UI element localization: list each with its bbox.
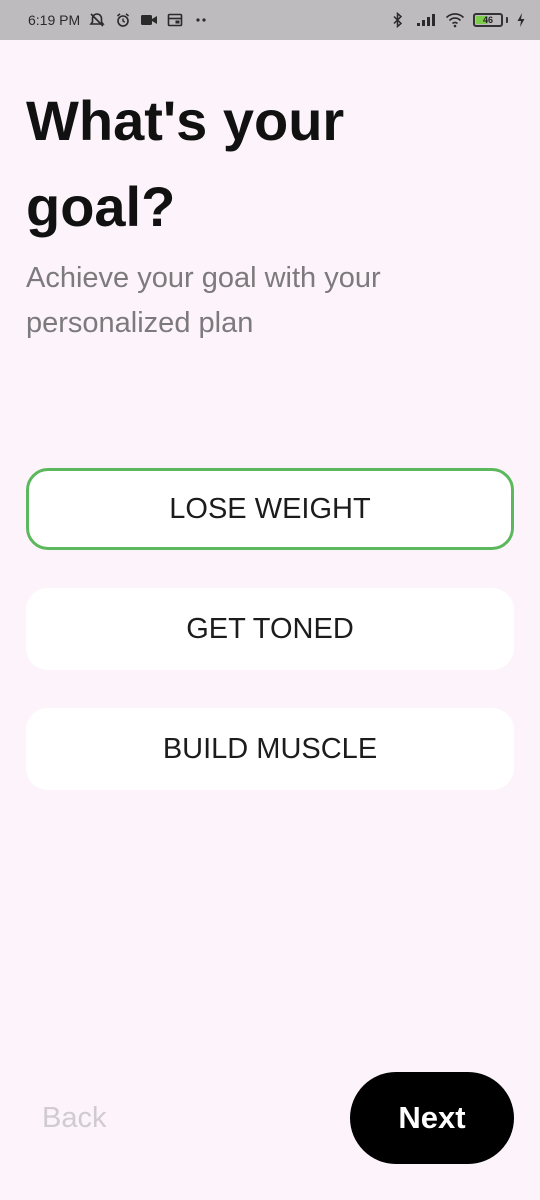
goal-option-label: GET TONED [186,612,354,645]
battery-body: 46 [473,13,503,27]
calendar-icon [166,11,184,29]
goal-option-build-muscle[interactable]: BUILD MUSCLE [26,708,514,790]
wifi-icon [445,11,465,29]
goal-option-lose-weight[interactable]: LOSE WEIGHT [26,468,514,550]
more-dots-icon [192,11,210,29]
status-bar-left: 6:19 PM [28,11,210,29]
status-bar-right: 46 [389,11,526,29]
signal-icon [415,11,437,29]
bluetooth-icon [389,11,407,29]
battery-icon: 46 [473,13,508,27]
battery-tip [506,17,508,23]
back-button[interactable]: Back [42,1094,106,1142]
goal-option-get-toned[interactable]: GET TONED [26,588,514,670]
status-bar: 6:19 PM 46 [0,0,540,40]
alarm-off-icon [88,11,106,29]
page-subtitle: Achieve your goal with your personalized… [26,262,381,339]
status-time: 6:19 PM [28,12,81,28]
goal-option-label: BUILD MUSCLE [162,732,378,765]
goal-option-label: LOSE WEIGHT [169,492,371,525]
video-camera-icon [140,11,158,29]
next-button[interactable]: Next [350,1072,514,1164]
page-title: What's your goal? [26,89,345,238]
battery-level: 46 [482,15,493,25]
charging-icon [516,11,526,29]
alarm-clock-icon [114,11,132,29]
